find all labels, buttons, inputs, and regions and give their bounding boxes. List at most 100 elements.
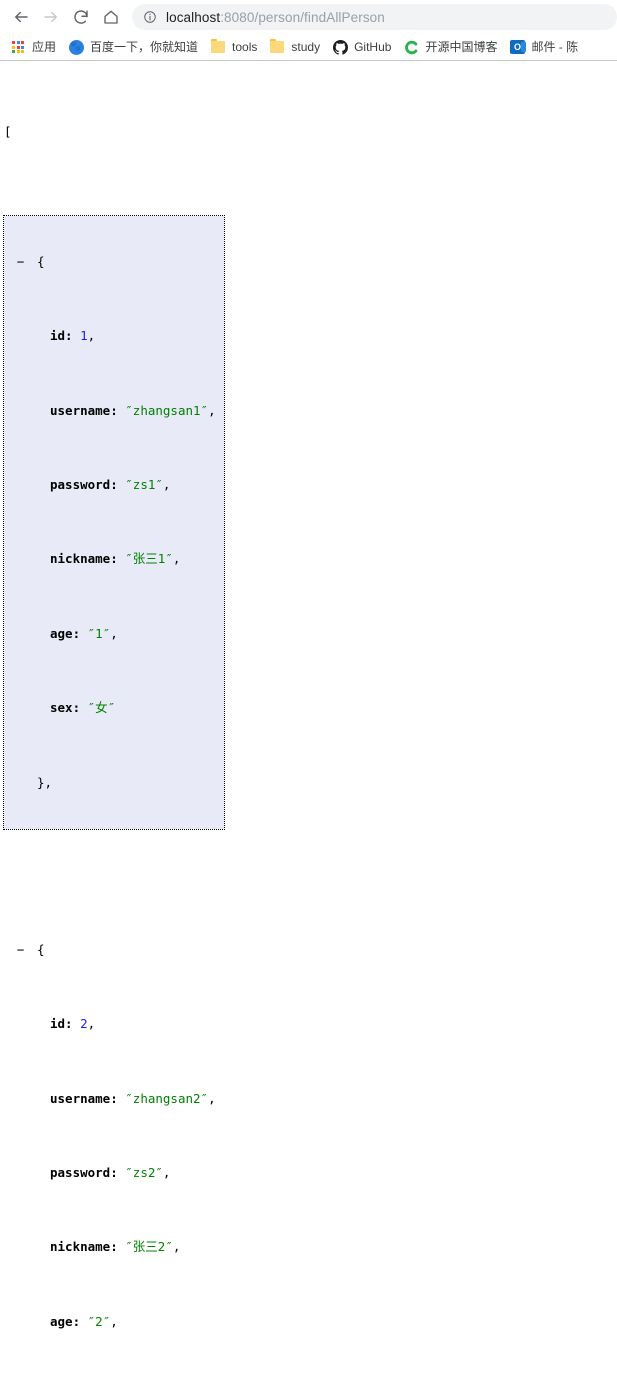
key-id: id: <box>50 328 73 344</box>
bookmark-label: 邮件 - 陈 <box>531 40 579 54</box>
reload-icon <box>72 8 90 26</box>
comma: , <box>110 1313 118 1329</box>
browser-chrome: localhost:8080/person/findAllPerson 应用 🐾… <box>0 0 617 61</box>
url-path: :8080/person/findAllPerson <box>220 9 385 25</box>
back-arrow-icon <box>12 8 30 26</box>
json-prop-sex: sex: ″女″ <box>4 699 224 718</box>
address-bar[interactable]: localhost:8080/person/findAllPerson <box>132 4 617 30</box>
quote-open: ″ <box>125 551 133 567</box>
value-username: zhangsan1 <box>132 402 201 418</box>
bookmark-label: 开源中国博客 <box>425 40 498 54</box>
key-nickname: nickname: <box>50 1239 118 1255</box>
value-password: zs1 <box>132 477 156 493</box>
json-object-close-row: }, <box>4 774 224 793</box>
object-open-brace: { <box>37 941 45 957</box>
json-prop-username: username: ″zhangsan2″, <box>4 1090 617 1109</box>
value-password: zs2 <box>132 1165 156 1181</box>
home-button[interactable] <box>96 2 126 32</box>
quote-close: ″ <box>107 700 116 716</box>
json-object-2[interactable]: −{ id: 2, username: ″zhangsan2″, passwor… <box>4 904 617 1378</box>
quote-open: ″ <box>125 1239 133 1255</box>
comma: , <box>208 1090 216 1106</box>
home-icon <box>102 8 120 26</box>
forward-button[interactable] <box>36 2 66 32</box>
value-nickname: 张三2 <box>132 1239 166 1255</box>
collapse-toggle-icon[interactable]: − <box>15 941 26 960</box>
bookmark-label: 应用 <box>32 40 57 54</box>
value-nickname: 张三1 <box>132 551 166 567</box>
bookmark-label: GitHub <box>354 40 392 54</box>
key-nickname: nickname: <box>50 551 118 567</box>
comma: , <box>172 1239 181 1255</box>
info-circle-icon[interactable] <box>143 10 157 24</box>
key-sex: sex: <box>50 700 81 716</box>
quote-close: ″ <box>155 1165 163 1181</box>
bookmarks-bar: 应用 🐾 百度一下，你就知道 tools study GitHub 开源中国博客… <box>0 34 617 61</box>
json-prop-age: age: ″1″, <box>4 625 224 644</box>
json-prop-password: password: ″zs1″, <box>4 476 224 495</box>
json-prop-id: id: 1, <box>4 327 224 346</box>
quote-close: ″ <box>165 1239 173 1255</box>
quote-close: ″ <box>102 1313 111 1329</box>
comma: , <box>87 1016 96 1032</box>
github-icon <box>332 39 348 55</box>
json-viewer: [ −{ id: 1, username: ″zhangsan1″, passw… <box>0 61 617 1378</box>
bookmark-oschina[interactable]: 开源中国博客 <box>397 36 503 58</box>
quote-close: ″ <box>200 402 209 418</box>
quote-open: ″ <box>87 700 96 716</box>
value-age: 2 <box>95 1313 103 1329</box>
bookmark-label: tools <box>232 40 258 54</box>
key-id: id: <box>50 1016 73 1032</box>
comma: , <box>87 328 96 344</box>
json-object-1[interactable]: −{ id: 1, username: ″zhangsan1″, passwor… <box>3 214 225 831</box>
address-bar-text: localhost:8080/person/findAllPerson <box>166 10 385 25</box>
bookmark-study[interactable]: study <box>263 36 326 58</box>
key-age: age: <box>50 625 81 641</box>
comma: , <box>208 402 216 418</box>
json-prop-id: id: 2, <box>4 1015 617 1034</box>
object-open-brace: { <box>37 253 45 269</box>
bookmark-tools[interactable]: tools <box>204 36 263 58</box>
browser-toolbar: localhost:8080/person/findAllPerson <box>0 0 617 34</box>
bookmark-baidu[interactable]: 🐾 百度一下，你就知道 <box>62 36 204 58</box>
comma: , <box>162 477 171 493</box>
quote-close: ″ <box>165 551 173 567</box>
comma: , <box>162 1165 171 1181</box>
key-password: password: <box>50 1165 118 1181</box>
json-prop-nickname: nickname: ″张三1″, <box>4 550 224 569</box>
json-prop-password: password: ″zs2″, <box>4 1164 617 1183</box>
folder-icon <box>210 39 226 55</box>
json-prop-username: username: ″zhangsan1″, <box>4 402 224 421</box>
apps-grid-icon <box>10 39 26 55</box>
key-username: username: <box>50 402 118 418</box>
back-button[interactable] <box>6 2 36 32</box>
outlook-icon: O <box>509 39 526 55</box>
json-array-open: [ <box>4 123 617 142</box>
bookmark-apps[interactable]: 应用 <box>4 36 62 58</box>
quote-close: ″ <box>200 1090 209 1106</box>
quote-open: ″ <box>125 477 133 493</box>
comma: , <box>172 551 181 567</box>
bookmark-label: study <box>291 40 321 54</box>
json-object-open-row: −{ <box>4 941 617 960</box>
baidu-paw-icon: 🐾 <box>68 39 84 55</box>
json-prop-age: age: ″2″, <box>4 1313 617 1332</box>
value-id: 2 <box>80 1016 88 1032</box>
quote-open: ″ <box>125 1165 133 1181</box>
reload-button[interactable] <box>66 2 96 32</box>
quote-open: ″ <box>125 402 133 418</box>
key-password: password: <box>50 477 118 493</box>
bookmark-mail[interactable]: O 邮件 - 陈 <box>503 36 584 58</box>
json-object-open-row: −{ <box>4 253 224 272</box>
key-username: username: <box>50 1090 118 1106</box>
bookmark-label: 百度一下，你就知道 <box>90 40 199 54</box>
bookmark-github[interactable]: GitHub <box>326 36 397 58</box>
value-id: 1 <box>80 328 88 344</box>
key-age: age: <box>50 1313 81 1329</box>
quote-close: ″ <box>155 477 163 493</box>
json-prop-nickname: nickname: ″张三2″, <box>4 1238 617 1257</box>
collapse-toggle-icon[interactable]: − <box>15 253 26 272</box>
object-close-brace: }, <box>37 774 53 790</box>
folder-icon <box>269 39 285 55</box>
quote-open: ″ <box>87 1313 96 1329</box>
